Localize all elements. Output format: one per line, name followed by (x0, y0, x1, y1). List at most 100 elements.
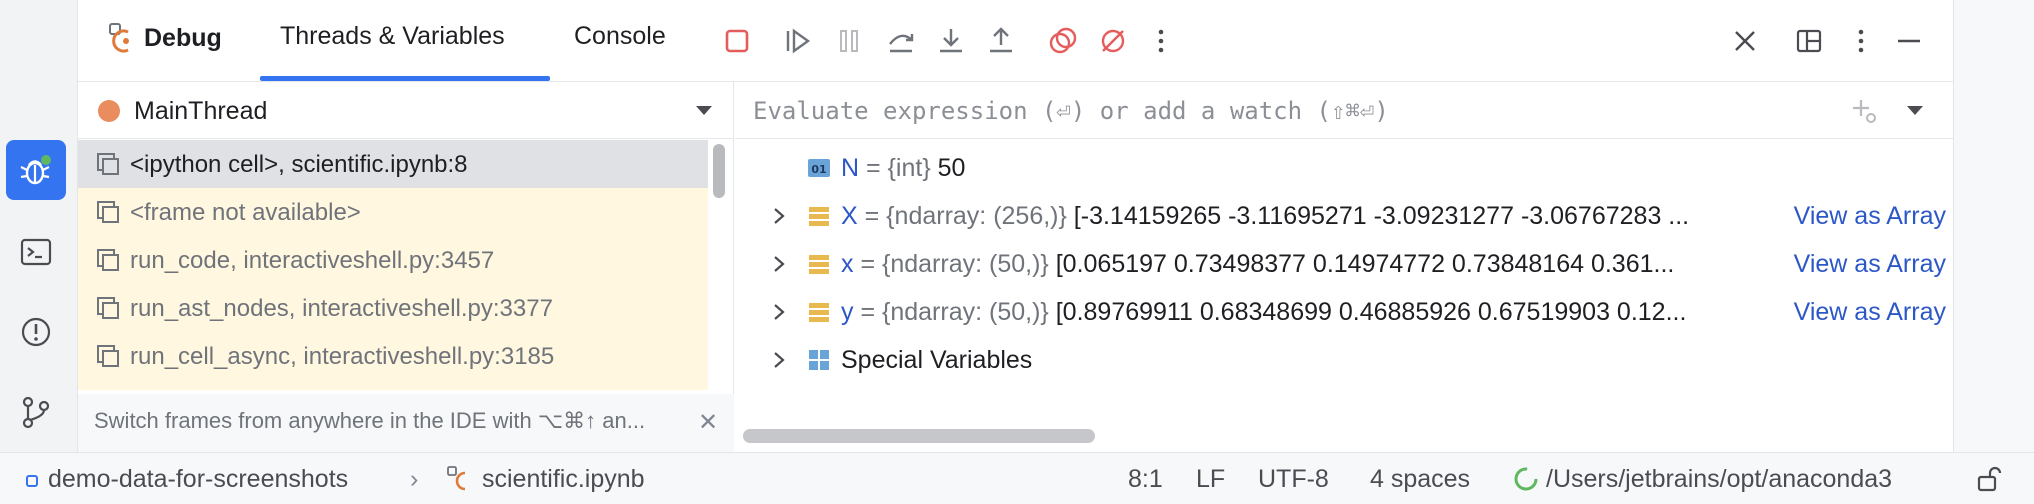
stack-frame-icon (97, 153, 119, 175)
active-tab-indicator (260, 76, 550, 81)
view-breakpoints-button[interactable] (1046, 24, 1080, 58)
variable-type: = {int} (866, 154, 938, 182)
step-into-icon (940, 29, 962, 53)
frames-scrollbar[interactable] (713, 144, 725, 198)
step-out-button[interactable] (984, 24, 1018, 58)
ndarray-icon (809, 255, 829, 274)
frame-label: run_cell_async, interactiveshell.py:3185 (130, 343, 555, 370)
variable-row[interactable]: 01 N = {int} 50 (735, 144, 1954, 192)
git-tool-button[interactable] (6, 382, 66, 442)
breadcrumb-chevron-icon: › (410, 465, 419, 493)
caret-position[interactable]: 8:1 (1128, 465, 1163, 494)
thread-selector[interactable]: MainThread (78, 82, 734, 139)
chevron-right-icon[interactable] (769, 348, 789, 372)
debug-title: Debug (106, 22, 222, 54)
step-into-button[interactable] (934, 24, 968, 58)
layout-icon (1796, 29, 1822, 53)
stack-frame-icon (97, 345, 119, 367)
close-panel-button[interactable] (1728, 24, 1762, 58)
debug-tool-button[interactable] (6, 140, 66, 200)
unlock-icon[interactable] (1974, 465, 2002, 493)
problems-tool-button[interactable] (6, 302, 66, 362)
variables-pane: 01 N = {int} 50 X = {ndarray: (256,)} [-3.… (735, 82, 1954, 452)
frame-item[interactable]: <ipython cell>, scientific.ipynb:8 (78, 140, 708, 188)
indent-setting[interactable]: 4 spaces (1370, 465, 1470, 494)
variable-text: X = {ndarray: (256,)} [-3.14159265 -3.11… (841, 202, 1689, 231)
stop-button[interactable] (720, 24, 754, 58)
step-over-button[interactable] (884, 24, 918, 58)
frame-label: <frame not available> (130, 199, 361, 226)
svg-text:01: 01 (811, 163, 826, 176)
status-bar: demo-data-for-screenshots › scientific.i… (0, 452, 2034, 504)
line-separator[interactable]: LF (1196, 465, 1225, 494)
layout-button[interactable] (1792, 24, 1826, 58)
debug-toolbar: Debug Threads & Variables Console (78, 0, 1953, 82)
more-vertical-icon (1158, 29, 1164, 53)
variable-row[interactable]: Special Variables (735, 336, 1954, 384)
variable-text: y = {ndarray: (50,)} [0.89769911 0.68348… (841, 298, 1686, 327)
problems-icon (21, 317, 51, 347)
evaluate-bar (735, 82, 1954, 139)
view-as-array-link[interactable]: View as Array (1791, 298, 1946, 327)
frames-list: <ipython cell>, scientific.ipynb:8 <frame… (78, 140, 708, 390)
chevron-right-icon[interactable] (769, 300, 789, 324)
debug-tool-window: Debug Threads & Variables Console MainTh… (78, 0, 1954, 452)
variable-name: X (841, 202, 858, 230)
variable-value: [-3.14159265 -3.11695271 -3.09231277 -3.… (1073, 202, 1690, 230)
chevron-down-icon[interactable] (1907, 106, 1923, 115)
thread-name: MainThread (134, 97, 268, 125)
chevron-right-icon[interactable] (769, 252, 789, 276)
frame-item[interactable]: run_ast_nodes, interactiveshell.py:3377 (78, 284, 708, 332)
chevron-right-icon[interactable] (769, 204, 789, 228)
variable-row[interactable]: x = {ndarray: (50,)} [0.065197 0.7349837… (735, 240, 1954, 288)
frame-item[interactable]: run_cell_async, interactiveshell.py:3185 (78, 332, 708, 380)
minimize-button[interactable] (1892, 24, 1926, 58)
close-hint-icon[interactable]: ✕ (698, 408, 718, 437)
mute-breakpoints-icon (1101, 29, 1125, 53)
minimize-icon (1898, 39, 1920, 43)
ndarray-icon (809, 207, 829, 226)
variable-type: = {ndarray: (50,)} (860, 298, 1056, 326)
variable-row[interactable]: y = {ndarray: (50,)} [0.89769911 0.68348… (735, 288, 1954, 336)
variable-value: [0.89769911 0.68348699 0.46885926 0.6751… (1055, 298, 1687, 326)
view-as-array-link[interactable]: View as Array (1791, 250, 1946, 279)
breadcrumb-file[interactable]: scientific.ipynb (482, 465, 645, 494)
variable-text: Special Variables (841, 346, 1032, 375)
terminal-tool-button[interactable] (6, 222, 66, 282)
tab-threads-variables[interactable]: Threads & Variables (280, 22, 505, 51)
hint-text: Switch frames from anywhere in the IDE w… (94, 408, 646, 433)
more-vertical-icon (1858, 29, 1864, 53)
frame-item[interactable]: _pseudo_sync_runner, async_helpers.py:78 (78, 380, 708, 390)
resume-button[interactable] (782, 24, 816, 58)
more-actions-button[interactable] (1144, 24, 1178, 58)
pause-button[interactable] (832, 24, 866, 58)
file-encoding[interactable]: UTF-8 (1258, 465, 1329, 494)
interpreter-loading-icon (1514, 467, 1538, 491)
breadcrumb-project[interactable]: demo-data-for-screenshots (48, 465, 348, 494)
variables-horizontal-scrollbar[interactable] (743, 429, 1095, 443)
thread-status-icon (98, 100, 120, 122)
special-variables-icon (809, 350, 829, 370)
mute-breakpoints-button[interactable] (1096, 24, 1130, 58)
python-debug-config-icon (109, 23, 129, 53)
options-button[interactable] (1844, 24, 1878, 58)
view-as-array-link[interactable]: View as Array (1791, 202, 1946, 231)
frame-item[interactable]: <frame not available> (78, 188, 708, 236)
bug-icon (20, 155, 51, 185)
pause-icon (840, 30, 858, 52)
python-interpreter[interactable]: /Users/jetbrains/opt/anaconda3 (1546, 465, 1892, 494)
variable-row[interactable]: X = {ndarray: (256,)} [-3.14159265 -3.11… (735, 192, 1954, 240)
frame-item[interactable]: run_code, interactiveshell.py:3457 (78, 236, 708, 284)
step-over-icon (889, 34, 914, 53)
variable-name: N (841, 154, 860, 182)
ndarray-icon (809, 303, 829, 322)
evaluate-expression-input[interactable] (753, 94, 1803, 128)
git-branch-icon (22, 396, 50, 429)
variable-type: = {ndarray: (50,)} (860, 250, 1056, 278)
debug-title-label: Debug (144, 23, 222, 52)
tab-console[interactable]: Console (574, 22, 666, 51)
terminal-icon (20, 238, 52, 266)
frames-pane: MainThread <ipython cell>, scientific.ip… (78, 82, 734, 452)
add-watch-icon[interactable] (1849, 96, 1879, 126)
variable-name: Special Variables (841, 346, 1033, 374)
